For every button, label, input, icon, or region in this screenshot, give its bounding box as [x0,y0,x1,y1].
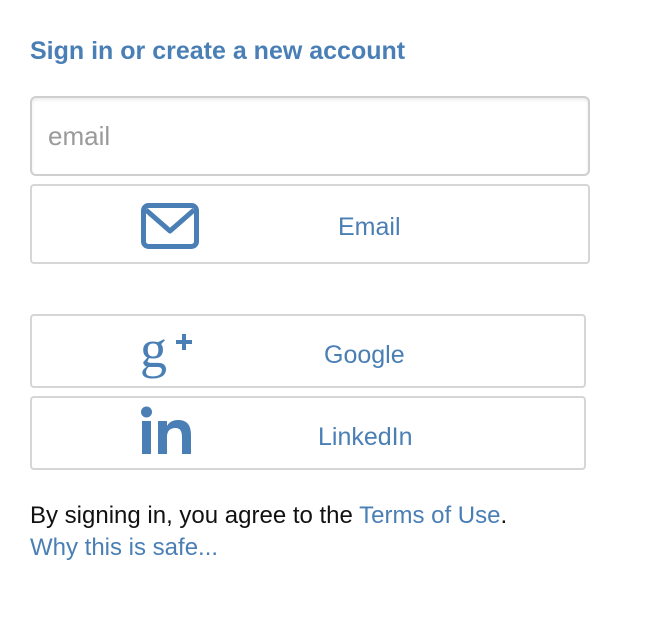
email-signin-button[interactable]: Email [30,184,590,264]
email-field[interactable] [30,96,590,176]
terms-of-use-link[interactable]: Terms of Use [359,502,500,529]
linkedin-icon [140,406,194,463]
google-plus-icon: g [140,319,196,386]
terms-notice: By signing in, you agree to the Terms of… [30,500,507,564]
envelope-icon [141,203,199,254]
terms-suffix: . [500,502,508,529]
linkedin-signin-label: LinkedIn [318,423,413,451]
google-signin-label: Google [324,341,405,369]
terms-prefix: By signing in, you agree to the [30,502,360,529]
linkedin-signin-button[interactable]: LinkedIn [30,396,586,470]
why-safe-link[interactable]: Why this is safe... [30,534,218,561]
google-signin-button[interactable]: g Google [30,314,586,388]
page-title: Sign in or create a new account [30,37,406,65]
svg-text:g: g [140,323,167,379]
email-signin-label: Email [338,213,401,241]
